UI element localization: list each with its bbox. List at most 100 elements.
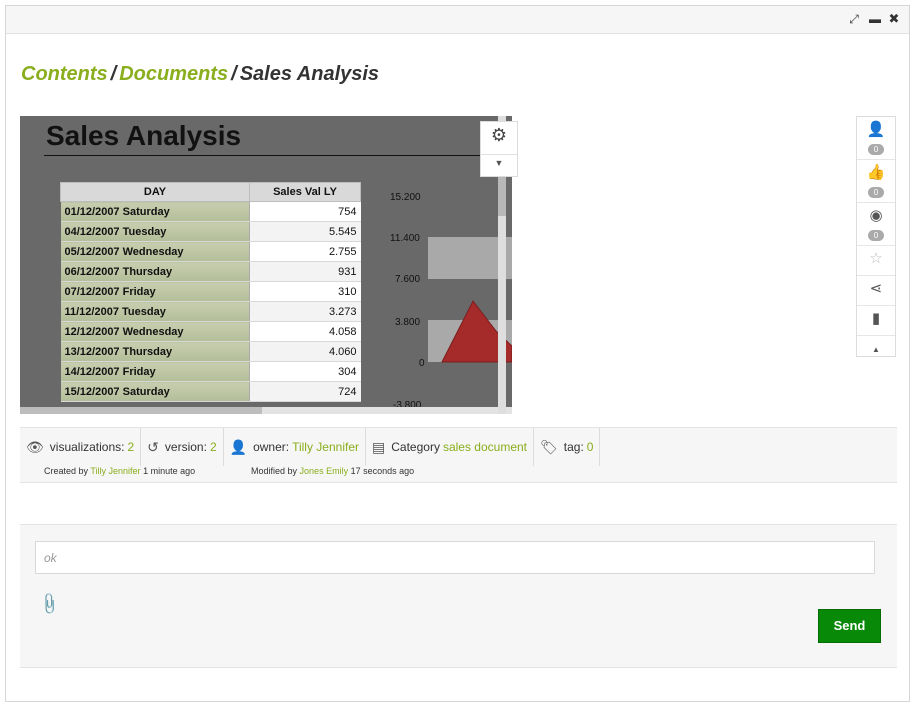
cell-sales-value: 3.273 — [249, 301, 361, 322]
column-header-sales: Sales Val LY — [249, 182, 361, 202]
user-icon: 👤 — [229, 438, 248, 455]
modified-prefix: Modified by — [251, 466, 298, 476]
table-row: 05/12/2007 Wednesday 2.755 — [60, 241, 361, 262]
chart-tick-label: 0 — [419, 358, 425, 369]
breadcrumb-documents[interactable]: Documents — [119, 63, 228, 85]
chart-tick-label: 15.200 — [390, 192, 421, 203]
menu-divider — [481, 154, 517, 155]
cell-day: 14/12/2007 Friday — [60, 361, 250, 382]
tag-label: tag: — [563, 440, 584, 454]
visualizations-value[interactable]: 2 — [127, 440, 134, 454]
tag-info: 🏷 tag: 0 — [534, 428, 601, 466]
category-info: ▤ Category sales document — [366, 428, 534, 466]
version-value[interactable]: 2 — [210, 440, 217, 454]
created-prefix: Created by — [44, 466, 89, 476]
collapse-action[interactable]: ▲ — [857, 336, 895, 356]
favorite-action[interactable]: ☆ — [857, 246, 895, 276]
category-label: Category — [391, 440, 440, 454]
thumbs-up-icon: 👍 — [866, 164, 886, 181]
report-chart: 15.200 11.400 7.600 3.800 0 -3.800 — [390, 192, 512, 411]
close-icon[interactable]: ✖ — [886, 11, 902, 27]
share-action[interactable]: ⋖ — [857, 276, 895, 306]
version-label: version: — [164, 440, 207, 454]
owner-value[interactable]: Tilly Jennifer — [292, 440, 359, 454]
users-count: 0 — [868, 144, 884, 155]
minimize-icon[interactable]: ▬ — [867, 11, 883, 27]
cell-day: 12/12/2007 Wednesday — [60, 321, 250, 342]
table-row: 06/12/2007 Thursday 931 — [60, 261, 361, 282]
cell-sales-value: 310 — [249, 281, 361, 302]
user-icon: 👤 — [866, 121, 886, 138]
history-icon: ↺ — [147, 438, 159, 455]
gear-icon[interactable]: ⚙ — [481, 125, 517, 146]
dialog-titlebar: ⤢ ▬ ✖ — [6, 6, 909, 34]
vertical-scrollbar-thumb[interactable] — [498, 176, 506, 216]
table-row: 07/12/2007 Friday 310 — [60, 281, 361, 302]
like-action[interactable]: 👍 0 — [857, 160, 895, 203]
eye-icon: 👁 — [26, 438, 44, 455]
cell-sales-value: 5.545 — [249, 221, 361, 242]
report-preview[interactable]: Sales Analysis DAY Sales Val LY 01/12/20… — [20, 116, 512, 414]
created-info: Created by Tilly Jennifer 1 minute ago — [44, 466, 195, 476]
bookmark-icon: ▮ — [871, 310, 881, 327]
cell-day: 15/12/2007 Saturday — [60, 381, 250, 402]
chevron-down-icon[interactable]: ▼ — [481, 158, 517, 168]
breadcrumb-separator: / — [110, 63, 117, 85]
cell-day: 01/12/2007 Saturday — [60, 201, 250, 222]
users-action[interactable]: 👤 0 — [857, 117, 895, 160]
broadcast-action[interactable]: ◉ 0 — [857, 203, 895, 246]
cell-day: 04/12/2007 Tuesday — [60, 221, 250, 242]
document-meta-bar: 👁 visualizations: 2 ↺ version: 2 👤 owner… — [20, 427, 897, 483]
owner-info: 👤 owner: Tilly Jennifer — [224, 428, 367, 466]
category-value[interactable]: sales document — [443, 440, 527, 454]
cell-day: 11/12/2007 Tuesday — [60, 301, 250, 322]
comment-input[interactable] — [35, 541, 875, 574]
action-strip: 👤 0 👍 0 ◉ 0 ☆ ⋖ ▮ ▲ — [856, 116, 896, 357]
tag-icon: 🏷 — [540, 438, 558, 455]
table-row: 13/12/2007 Thursday 4.060 — [60, 341, 361, 362]
cell-sales-value: 754 — [249, 201, 361, 222]
cell-sales-value: 2.755 — [249, 241, 361, 262]
breadcrumb-contents[interactable]: Contents — [21, 63, 108, 85]
visualizations-label: visualizations: — [49, 440, 125, 454]
star-icon: ☆ — [869, 250, 883, 267]
cell-day: 13/12/2007 Thursday — [60, 341, 250, 362]
created-by[interactable]: Tilly Jennifer — [90, 466, 140, 476]
chevron-up-icon: ▲ — [872, 345, 880, 354]
cell-day: 07/12/2007 Friday — [60, 281, 250, 302]
owner-label: owner: — [253, 440, 290, 454]
cell-sales-value: 724 — [249, 381, 361, 402]
paperclip-icon[interactable]: 📎 — [36, 591, 62, 617]
cell-day: 05/12/2007 Wednesday — [60, 241, 250, 262]
visualizations-info: 👁 visualizations: 2 — [20, 428, 142, 466]
report-table: DAY Sales Val LY 01/12/2007 Saturday 754 0… — [60, 182, 361, 402]
table-row: 14/12/2007 Friday 304 — [60, 361, 361, 382]
cell-sales-value: 931 — [249, 261, 361, 282]
tag-value[interactable]: 0 — [587, 440, 594, 454]
horizontal-scrollbar-thumb[interactable] — [20, 407, 262, 414]
table-row: 04/12/2007 Tuesday 5.545 — [60, 221, 361, 242]
horizontal-scrollbar[interactable] — [20, 407, 512, 414]
chart-tick-label: 7.600 — [395, 274, 420, 285]
comment-panel: 📎 Send — [20, 524, 897, 668]
cell-sales-value: 4.058 — [249, 321, 361, 342]
broadcast-icon: ◉ — [869, 207, 883, 224]
report-title: Sales Analysis — [46, 120, 242, 151]
archive-icon: ▤ — [372, 438, 386, 455]
table-row: 15/12/2007 Saturday 724 — [60, 381, 361, 402]
breadcrumb-separator: / — [231, 63, 237, 85]
report-settings-menu[interactable]: ⚙ ▼ — [480, 121, 518, 177]
table-row: 12/12/2007 Wednesday 4.058 — [60, 321, 361, 342]
expand-icon[interactable]: ⤢ — [846, 11, 862, 27]
send-button[interactable]: Send — [818, 609, 881, 643]
chart-tick-label: 3.800 — [395, 317, 420, 328]
share-icon: ⋖ — [869, 280, 883, 297]
cell-sales-value: 4.060 — [249, 341, 361, 362]
modified-by[interactable]: Jones Emily — [300, 466, 349, 476]
document-dialog: ⤢ ▬ ✖ Contents / Documents / Sales Analysis … — [5, 5, 910, 702]
created-when: 1 minute ago — [143, 466, 196, 476]
bookmark-action[interactable]: ▮ — [857, 306, 895, 336]
breadcrumb: Contents / Documents / Sales Analysis — [21, 63, 379, 86]
broadcast-count: 0 — [868, 230, 884, 241]
cell-day: 06/12/2007 Thursday — [60, 261, 250, 282]
